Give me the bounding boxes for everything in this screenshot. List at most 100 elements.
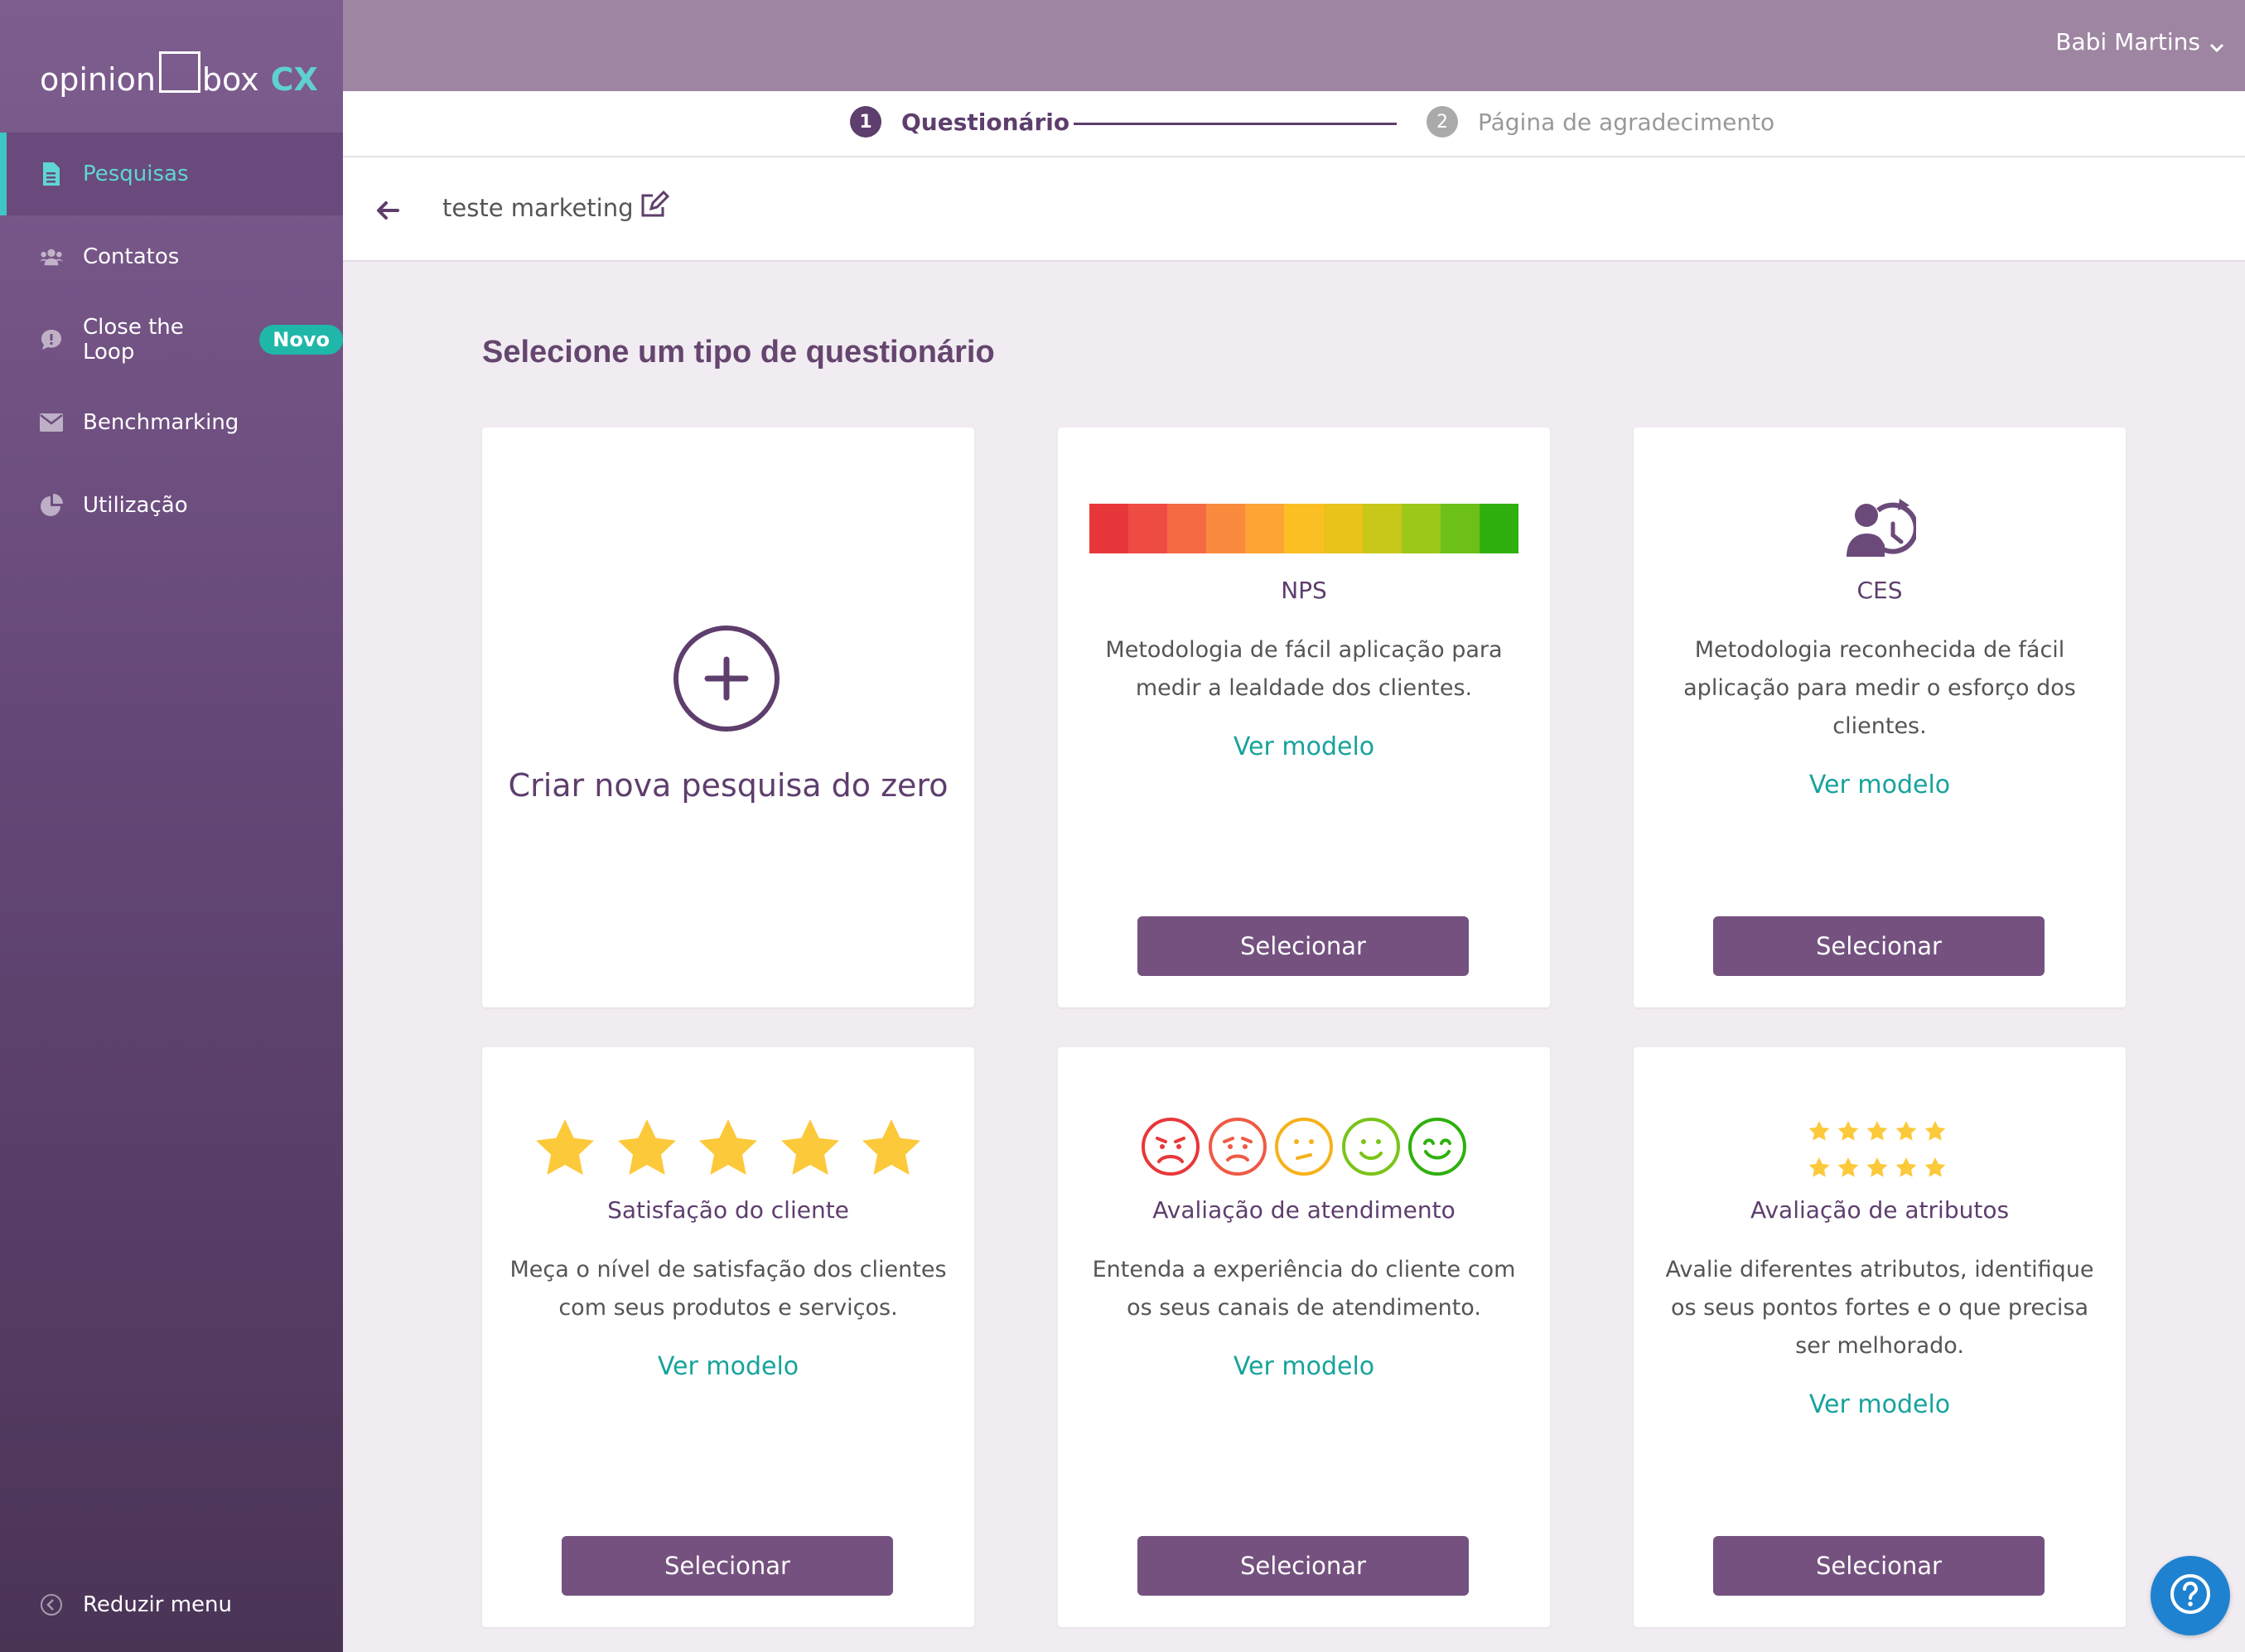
nps-scale-segment [1089,504,1129,553]
user-menu[interactable]: Babi Martins [2055,28,2225,56]
select-button[interactable]: Selecionar [1713,1536,2045,1596]
survey-name: teste marketing [442,194,634,222]
help-button[interactable] [2151,1556,2230,1635]
step-pagina-agradecimento[interactable]: 2 Página de agradecimento [1427,106,1774,138]
card-description-line: Metodologia reconhecida de fácil [1694,637,2065,663]
sidebar-item-pesquisas[interactable]: Pesquisas [0,133,343,215]
view-model-link[interactable]: Ver modelo [1058,732,1550,761]
card-description-line: os seus canais de atendimento. [1127,1295,1481,1321]
card-description-line: Meça o nível de satisfação dos clientes [509,1257,947,1282]
very-happy-face-icon [1408,1118,1466,1176]
nps-scale-segment [1323,504,1363,553]
view-model-link[interactable]: Ver modelo [482,1352,974,1381]
logo[interactable]: opinion box CX [40,40,318,98]
logo-suffix: CX [270,61,318,98]
card-description: Avalie diferentes atributos, identifique… [1658,1251,2101,1365]
sidebar-item-contatos[interactable]: Contatos [0,215,343,298]
step-label: Questionário [901,108,1070,136]
customer-satisfaction-card: Satisfação do cliente Meça o nível de sa… [482,1047,974,1627]
service-evaluation-card: Avaliação de atendimento Entenda a exper… [1058,1047,1550,1627]
nps-scale-segment [1167,504,1207,553]
star-icon [536,1119,594,1175]
nps-scale-segment [1440,504,1480,553]
angry-face-icon [1142,1118,1200,1176]
sidebar-item-close-the-loop[interactable]: Close the Loop Novo [0,298,343,381]
card-description-line: os seus pontos fortes e o que precisa [1670,1295,2089,1321]
sidebar-item-label: Contatos [83,244,180,269]
select-button[interactable]: Selecionar [1137,916,1469,976]
card-description: Metodologia reconhecida de fácil aplicaç… [1658,631,2101,746]
attributes-evaluation-card: Avaliação de atributos Avalie diferentes… [1634,1047,2126,1627]
card-description: Entenda a experiência do cliente com os … [1083,1251,1525,1327]
question-mark-icon [2167,1571,2214,1621]
card-description-line: ser melhorado. [1795,1333,1964,1359]
logo-text-right: box [201,61,259,98]
view-model-link[interactable]: Ver modelo [1058,1352,1550,1381]
sidebar-item-label: Utilização [83,493,188,518]
select-button[interactable]: Selecionar [562,1536,893,1596]
select-button[interactable]: Selecionar [1137,1536,1469,1596]
stepper: 1 Questionário 2 Página de agradecimento [343,91,2245,157]
view-model-link[interactable]: Ver modelo [1634,1390,2126,1419]
card-title: Satisfação do cliente [607,1196,849,1224]
card-description-line: com seus produtos e serviços. [558,1295,898,1321]
faces-scale-graphic [1141,1117,1467,1178]
chat-bubble-icon [40,328,63,351]
page-title: Selecione um tipo de questionário [482,335,995,370]
users-icon [40,245,63,268]
neutral-face-icon [1275,1118,1333,1176]
sidebar-nav: Pesquisas Contatos Close the Loop Novo B… [0,133,343,547]
card-description-line: medir a lealdade dos clientes. [1135,675,1473,701]
five-stars-graphic [532,1115,925,1181]
star-icon [780,1119,839,1175]
nps-scale-segment [1128,504,1168,553]
reduce-menu-label: Reduzir menu [83,1592,232,1617]
survey-title-bar: teste marketing [343,157,2245,262]
select-button[interactable]: Selecionar [1713,916,2045,976]
top-bar: Babi Martins [343,0,2245,91]
envelope-icon [40,411,63,434]
user-name: Babi Martins [2055,28,2200,56]
card-description: Meça o nível de satisfação dos clientes … [507,1251,949,1327]
nps-scale-segment [1362,504,1402,553]
card-description-line: Metodologia de fácil aplicação para [1105,637,1503,663]
step-connector [1074,123,1397,125]
happy-face-icon [1341,1118,1400,1176]
create-new-survey-card[interactable]: Criar nova pesquisa do zero [482,427,974,1007]
card-title: Avaliação de atendimento [1152,1196,1456,1224]
card-description-line: clientes. [1832,713,1927,739]
sidebar-item-label: Benchmarking [83,410,239,435]
back-arrow-icon[interactable] [371,194,404,227]
step-questionario[interactable]: 1 Questionário [850,106,1069,138]
logo-text-left: opinion [40,61,156,98]
sidebar: opinion box CX Pesquisas Contatos Close … [0,0,343,1652]
nps-card: NPS Metodologia de fácil aplicação para … [1058,427,1550,1007]
user-clock-icon [1845,495,1919,562]
card-description-line: Entenda a experiência do cliente com [1092,1257,1516,1282]
step-label: Página de agradecimento [1478,108,1775,136]
pie-chart-icon [40,494,63,517]
new-badge: Novo [259,325,343,355]
card-title: CES [1856,577,1903,604]
chevron-down-icon [2209,34,2225,52]
sad-face-icon [1208,1118,1267,1176]
card-description-line: Avalie diferentes atributos, identifique [1665,1257,2094,1282]
document-icon [40,162,63,186]
sidebar-item-benchmarking[interactable]: Benchmarking [0,381,343,464]
nps-scale-segment [1401,504,1441,553]
nps-scale-segment [1206,504,1246,553]
step-number: 2 [1427,106,1458,138]
star-rows-graphic [1808,1120,1952,1181]
step-number: 1 [850,106,881,138]
plus-circle-icon [673,625,780,732]
nps-scale-segment [1245,504,1285,553]
view-model-link[interactable]: Ver modelo [1634,770,2126,799]
reduce-menu-button[interactable]: Reduzir menu [40,1592,232,1617]
sidebar-item-utilizacao[interactable]: Utilização [0,464,343,547]
card-title: Avaliação de atributos [1750,1196,2010,1224]
edit-icon[interactable] [640,190,670,220]
card-description: Metodologia de fácil aplicação para medi… [1083,631,1525,708]
star-icon [699,1119,757,1175]
nps-scale-graphic [1089,504,1519,553]
create-new-label: Criar nova pesquisa do zero [508,767,949,804]
